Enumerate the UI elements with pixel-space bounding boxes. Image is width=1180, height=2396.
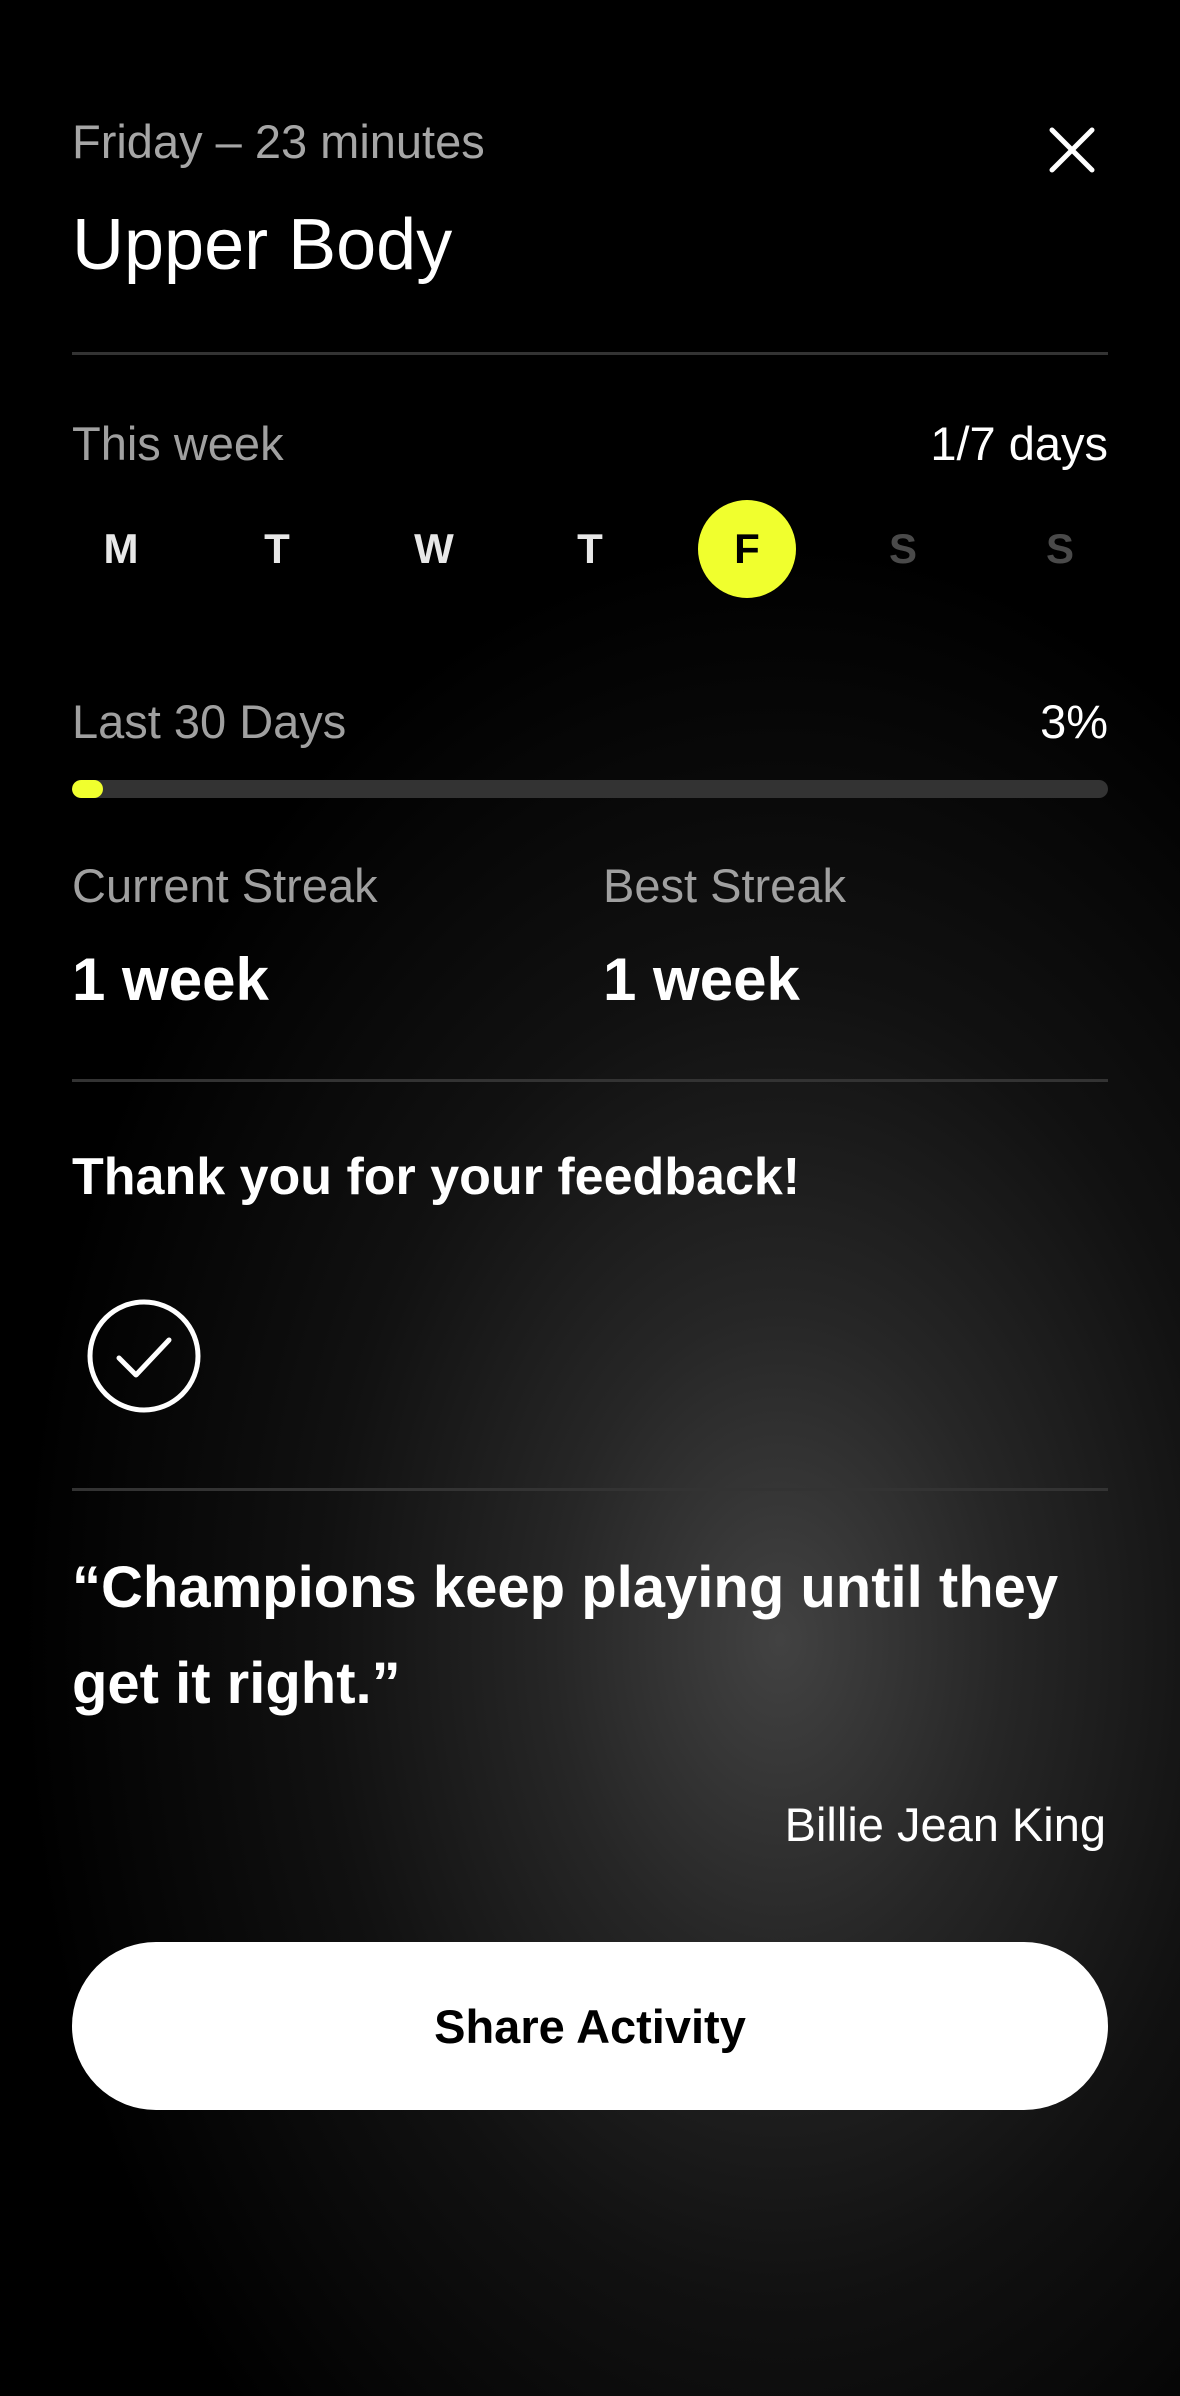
workout-title: Upper Body [72,205,453,285]
divider [72,1488,1108,1491]
current-streak-value: 1 week [72,946,269,1013]
check-circle-icon [87,1299,201,1413]
feedback-message: Thank you for your feedback! [72,1148,801,1206]
day-sunday: S [1045,525,1074,572]
workout-summary-screen: Friday – 23 minutes Upper Body This week… [0,0,1180,2396]
last-30-days-progress-bar [72,780,1108,798]
current-streak-label: Current Streak [72,859,378,912]
day-friday: F [698,500,796,598]
share-activity-label: Share Activity [434,1999,746,2053]
best-streak-value: 1 week [603,946,800,1013]
day-wednesday: W [414,525,454,572]
day-tuesday: T [264,525,290,572]
week-days-count: 1/7 days [930,417,1108,470]
day-saturday: S [888,525,917,572]
best-streak-label: Best Streak [603,859,846,912]
this-week-label: This week [72,417,284,470]
close-icon [1049,127,1095,173]
day-thursday: T [577,525,603,572]
last-30-days-label: Last 30 Days [72,695,347,748]
week-days-row: M T W T F S S [72,500,1108,598]
progress-fill [72,780,104,798]
last-30-days-percent: 3% [1040,695,1108,748]
close-button[interactable] [1040,118,1104,182]
quote-author: Billie Jean King [784,1798,1106,1851]
workout-subtitle: Friday – 23 minutes [72,115,485,168]
divider [72,352,1108,355]
divider [72,1079,1108,1082]
day-monday: M [103,525,139,572]
quote-text: “Champions keep playing until they get i… [72,1555,1059,1716]
share-activity-button[interactable]: Share Activity [72,1942,1108,2110]
